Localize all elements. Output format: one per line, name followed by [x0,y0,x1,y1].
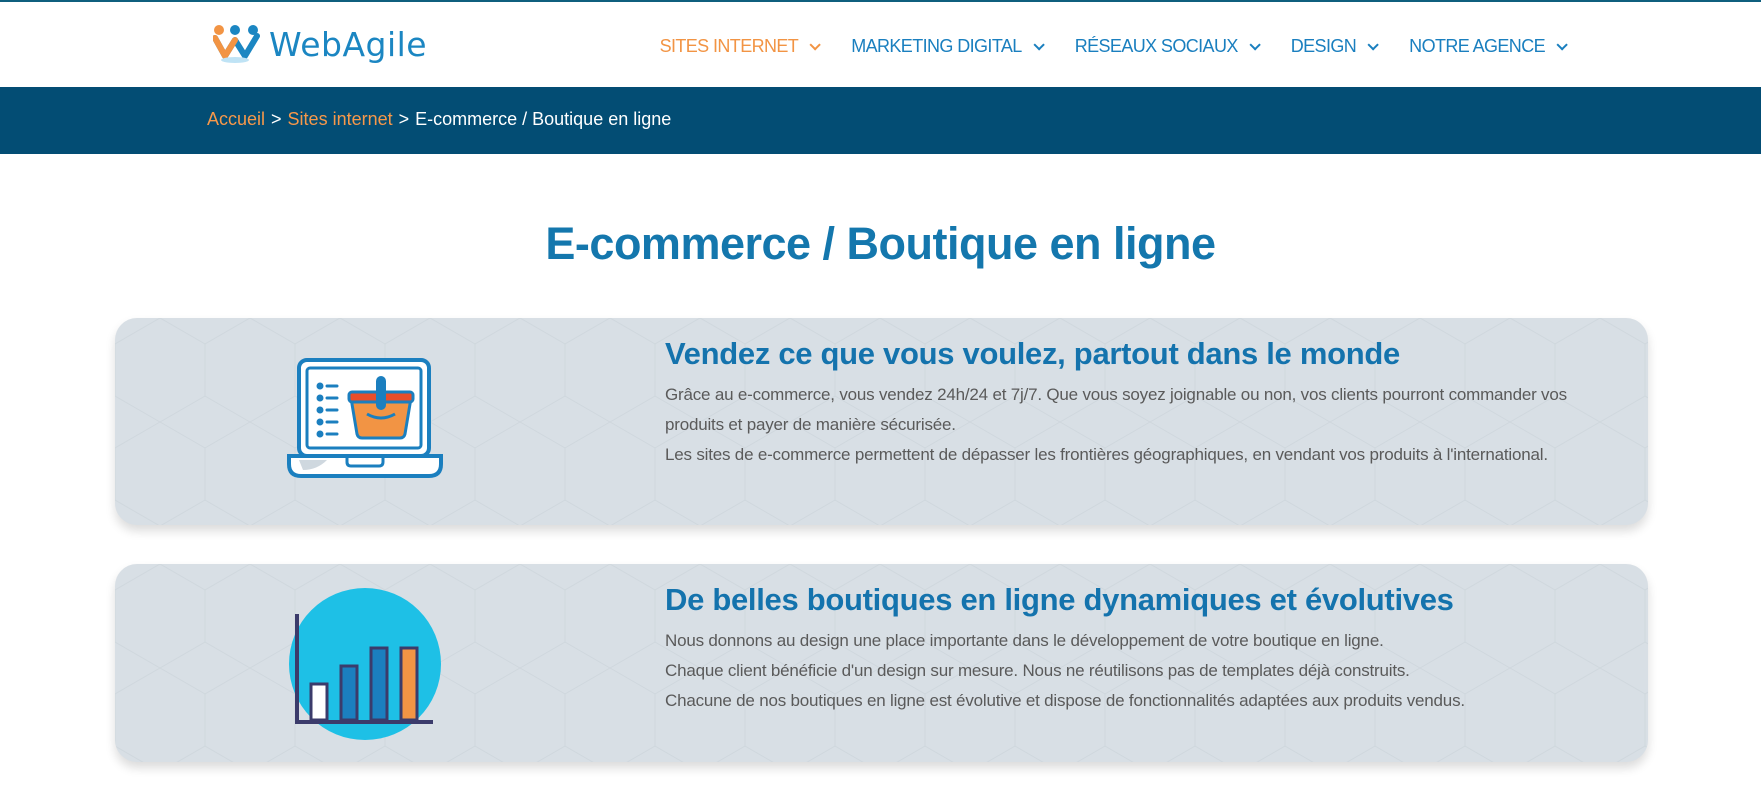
breadcrumb-separator: > [398,109,410,129]
nav-item-sites-internet[interactable]: SITES INTERNET [659,36,821,57]
nav-item-reseaux-sociaux[interactable]: RÉSEAUX SOCIAUX [1074,36,1261,57]
nav-item-label: RÉSEAUX SOCIAUX [1074,36,1239,56]
breadcrumb-band: Accueil > Sites internet > E-commerce / … [0,87,1761,154]
feature-card-worldwide-sales: Vendez ce que vous voulez, partout dans … [115,318,1648,525]
breadcrumb-current: E-commerce / Boutique en ligne [415,109,672,129]
chevron-down-icon [809,38,821,51]
nav-item-label: NOTRE AGENCE [1409,36,1545,56]
nav-item-design[interactable]: DESIGN [1290,36,1379,57]
feature-card-body: Vendez ce que vous voulez, partout dans … [665,336,1605,470]
feature-card-heading: Vendez ce que vous voulez, partout dans … [665,336,1400,371]
breadcrumb: Accueil > Sites internet > E-commerce / … [207,109,671,130]
nav-item-notre-agence[interactable]: NOTRE AGENCE [1409,36,1568,57]
breadcrumb-link-section[interactable]: Sites internet [288,109,393,130]
page-title: E-commerce / Boutique en ligne [545,218,1216,269]
breadcrumb-separator: > [271,109,282,129]
feature-card-dynamic-shops: De belles boutiques en ligne dynamiques … [115,564,1648,762]
chevron-down-icon [1249,38,1261,51]
nav-item-marketing-digital[interactable]: MARKETING DIGITAL [851,36,1045,57]
nav-item-label: DESIGN [1290,36,1357,56]
feature-card-paragraph: Chaque client bénéficie d'un design sur … [665,661,1410,680]
webagile-logo-icon [213,25,260,63]
logo-wordmark: WebAgile [269,24,428,64]
feature-card-paragraph: Chacune de nos boutiques en ligne est év… [665,691,1465,710]
feature-card-paragraph: Grâce au e-commerce, vous vendez 24h/24 … [665,385,1567,434]
site-header: WebAgile SITES INTERNET MARKETING DIGITA… [0,2,1761,87]
laptop-shopping-basket-icon [287,356,443,485]
main-nav: SITES INTERNET MARKETING DIGITAL RÉSEAUX… [626,36,1568,57]
chevron-down-icon [1033,38,1045,51]
bar-chart-growth-icon [287,586,443,747]
site-logo[interactable]: WebAgile [213,22,427,66]
nav-item-label: SITES INTERNET [659,36,799,56]
chevron-down-icon [1556,38,1568,51]
feature-card-paragraph: Les sites de e-commerce permettent de dé… [665,445,1548,464]
feature-card-body: De belles boutiques en ligne dynamiques … [665,582,1605,716]
nav-item-label: MARKETING DIGITAL [851,36,1022,56]
breadcrumb-link-home[interactable]: Accueil [207,109,265,130]
chevron-down-icon [1367,38,1379,51]
feature-card-heading: De belles boutiques en ligne dynamiques … [665,582,1454,617]
feature-card-paragraph: Nous donnons au design une place importa… [665,631,1384,650]
